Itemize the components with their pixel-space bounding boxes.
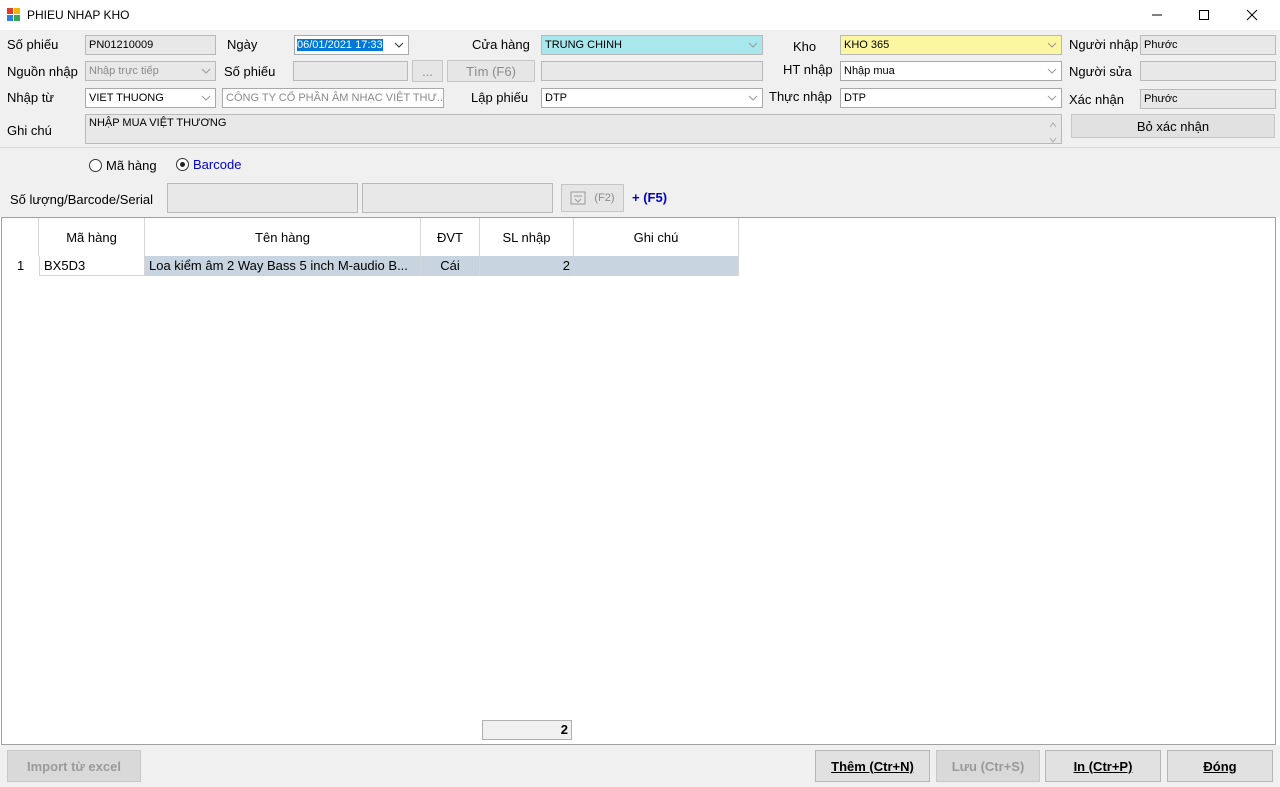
close-icon <box>1246 9 1258 21</box>
in-label: In (Ctr+P) <box>1073 758 1133 774</box>
kho-value: KHO 365 <box>844 39 890 51</box>
nhap-tu-value: VIET THUONG <box>89 92 164 104</box>
scroll-up-icon[interactable] <box>1049 117 1057 133</box>
nhap-tu-select[interactable]: VIET THUONG <box>85 88 216 108</box>
barcode-input[interactable] <box>362 183 553 213</box>
cua-hang-value: TRUNG CHINH <box>545 39 622 51</box>
cua-hang-select[interactable]: TRUNG CHINH <box>541 35 763 55</box>
nguoi-sua-field[interactable] <box>1140 61 1276 81</box>
minimize-button[interactable] <box>1134 0 1180 30</box>
maximize-icon <box>1199 10 1209 20</box>
entry-bar: Số lượng/Barcode/Serial (F2) + (F5) <box>0 180 1280 217</box>
minimize-icon <box>1152 14 1162 16</box>
ht-nhap-label: HT nhập <box>783 62 833 77</box>
ghi-chu-value: NHẬP MUA VIỆT THƯƠNG <box>89 117 227 129</box>
column-header-ten-hang[interactable]: Tên hàng <box>145 218 421 256</box>
in-button[interactable]: In (Ctr+P) <box>1045 750 1161 782</box>
f2-button[interactable]: (F2) <box>561 184 624 212</box>
cua-hang-label: Cửa hàng <box>472 37 530 52</box>
column-header-ma-hang[interactable]: Mã hàng <box>39 218 145 256</box>
title-bar: PHIEU NHAP KHO <box>0 0 1280 30</box>
entry-label: Số lượng/Barcode/Serial <box>10 192 153 207</box>
lap-phieu-value: DTP <box>545 92 567 104</box>
so-phieu-field[interactable]: PN01210009 <box>85 35 216 55</box>
items-grid[interactable]: Mã hàng Tên hàng ĐVT SL nhập Ghi chú 1 B… <box>1 217 1276 745</box>
header-form: Số phiếu PN01210009 Ngày 06/01/2021 17:3… <box>0 30 1280 147</box>
kho-select[interactable]: KHO 365 <box>840 35 1062 55</box>
chevron-down-icon[interactable] <box>1044 90 1060 106</box>
thuc-nhap-label: Thực nhập <box>769 89 832 104</box>
cell-ten-hang[interactable]: Loa kiểm âm 2 Way Bass 5 inch M-audio B.… <box>145 256 421 276</box>
import-excel-button[interactable]: Import từ excel <box>7 750 141 782</box>
nguon-nhap-value: Nhập trực tiếp <box>89 65 159 77</box>
ma-hang-radio[interactable] <box>89 159 102 172</box>
ghi-chu-textarea[interactable]: NHẬP MUA VIỆT THƯƠNG <box>85 114 1062 144</box>
them-button[interactable]: Thêm (Ctr+N) <box>815 750 930 782</box>
nguon-nhap-select[interactable]: Nhập trực tiếp <box>85 61 216 81</box>
luu-button[interactable]: Lưu (Ctr+S) <box>936 750 1040 782</box>
chevron-down-icon[interactable] <box>198 90 214 106</box>
so-phieu2-field[interactable] <box>293 61 408 81</box>
chevron-down-icon[interactable] <box>1044 63 1060 79</box>
thuc-nhap-select[interactable]: DTP <box>840 88 1062 108</box>
import-list-icon <box>570 191 586 205</box>
qty-input[interactable] <box>167 183 358 213</box>
row-header-corner <box>2 218 39 256</box>
ngay-datepicker[interactable]: 06/01/2021 17:33 <box>294 35 409 55</box>
column-header-sl-nhap[interactable]: SL nhập <box>480 218 574 256</box>
browse-button[interactable]: ... <box>412 60 443 82</box>
dong-button[interactable]: Đóng <box>1167 750 1273 782</box>
cell-sl-nhap[interactable]: 2 <box>480 256 574 276</box>
tim-result-field[interactable] <box>541 61 763 81</box>
nguoi-nhap-field[interactable]: Phước <box>1140 35 1276 55</box>
f5-add-link[interactable]: + (F5) <box>632 190 667 205</box>
cell-dvt[interactable]: Cái <box>421 256 480 276</box>
chevron-down-icon[interactable] <box>745 37 761 53</box>
cell-ma-hang[interactable]: BX5D3 <box>39 256 145 276</box>
ngay-value: 06/01/2021 17:33 <box>297 39 383 51</box>
column-header-ghi-chu[interactable]: Ghi chú <box>574 218 739 256</box>
xac-nhan-label: Xác nhận <box>1069 92 1124 107</box>
them-label: Thêm (Ctr+N) <box>831 758 914 774</box>
nguon-nhap-label: Nguồn nhập <box>7 64 78 79</box>
bo-xac-nhan-button[interactable]: Bỏ xác nhận <box>1071 114 1275 138</box>
column-header-dvt[interactable]: ĐVT <box>421 218 480 256</box>
chevron-down-icon[interactable] <box>198 63 214 79</box>
cell-ghi-chu[interactable] <box>574 256 739 276</box>
maximize-button[interactable] <box>1181 0 1227 30</box>
total-sl-nhap: 2 <box>482 720 572 740</box>
lap-phieu-label: Lập phiếu <box>471 90 529 105</box>
chevron-down-icon[interactable] <box>745 90 761 106</box>
so-phieu2-label: Số phiếu <box>224 64 276 79</box>
row-index: 1 <box>17 258 25 273</box>
ngay-label: Ngày <box>227 37 258 52</box>
scroll-down-icon[interactable] <box>1049 132 1057 143</box>
barcode-radio-label[interactable]: Barcode <box>193 157 241 172</box>
ma-hang-radio-label[interactable]: Mã hàng <box>106 158 157 173</box>
barcode-radio[interactable] <box>176 158 189 171</box>
ghi-chu-label: Ghi chú <box>7 123 52 138</box>
nguoi-sua-label: Người sửa <box>1069 64 1132 79</box>
lap-phieu-select[interactable]: DTP <box>541 88 763 108</box>
mode-selector: Mã hàng Barcode <box>0 147 1280 180</box>
xac-nhan-field[interactable]: Phước <box>1140 89 1276 109</box>
nhap-tu-label: Nhập từ <box>7 90 55 105</box>
nhap-tu-name-field[interactable]: CÔNG TY CỔ PHẦN ÂM NHẠC VIỆT THƯ... <box>222 88 444 108</box>
window-title: PHIEU NHAP KHO <box>27 8 130 22</box>
dong-label: Đóng <box>1203 758 1237 774</box>
nguoi-nhap-label: Người nhập <box>1069 37 1139 52</box>
chevron-down-icon[interactable] <box>391 37 407 53</box>
kho-label: Kho <box>793 39 817 54</box>
ht-nhap-select[interactable]: Nhập mua <box>840 61 1062 81</box>
app-icon <box>7 8 20 21</box>
tim-button[interactable]: Tìm (F6) <box>447 60 535 82</box>
thuc-nhap-value: DTP <box>844 92 866 104</box>
f2-label: (F2) <box>594 192 615 204</box>
footer-bar: Import từ excel Thêm (Ctr+N) Lưu (Ctr+S)… <box>0 745 1280 787</box>
close-button[interactable] <box>1229 0 1275 30</box>
chevron-down-icon[interactable] <box>1044 37 1060 53</box>
so-phieu-label: Số phiếu <box>7 37 59 52</box>
ht-nhap-value: Nhập mua <box>844 65 895 77</box>
